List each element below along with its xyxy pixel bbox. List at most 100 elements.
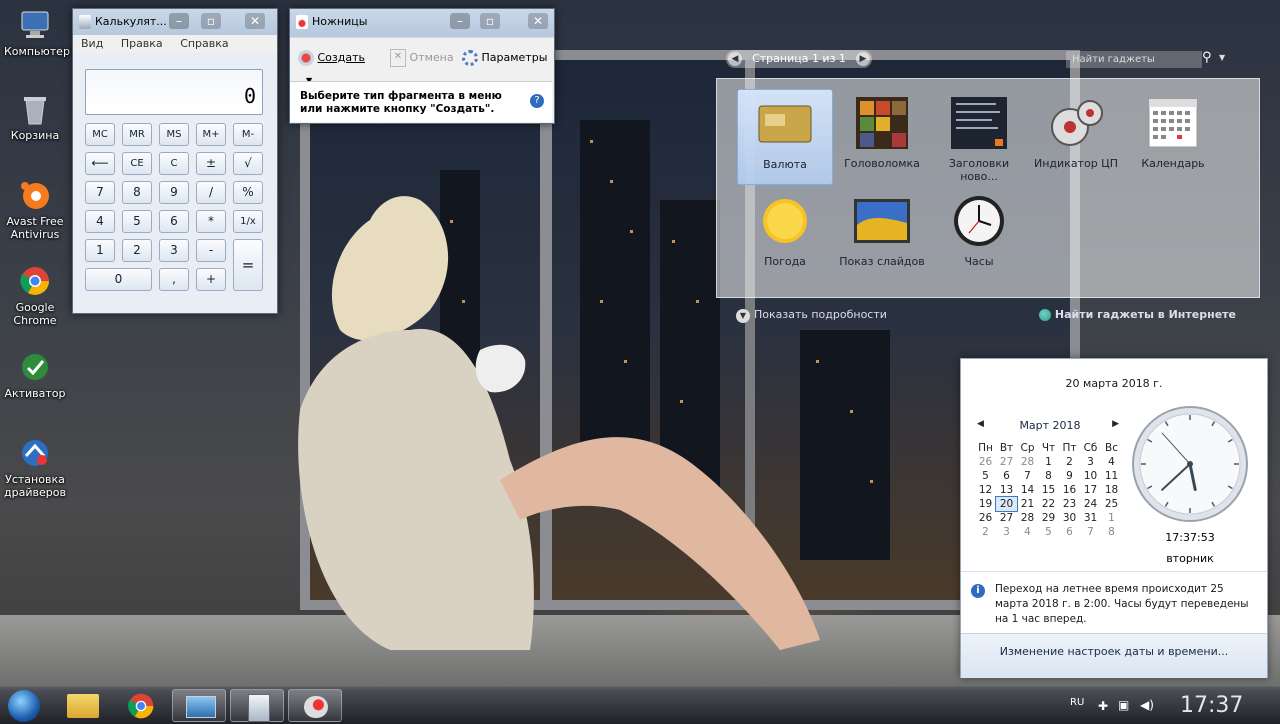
menu-help[interactable]: Справка xyxy=(180,37,228,50)
close-icon[interactable]: ✕ xyxy=(528,13,548,29)
calendar-day[interactable]: 8 xyxy=(1101,525,1122,539)
taskbar-explorer[interactable] xyxy=(56,689,110,722)
taskbar-calculator[interactable] xyxy=(230,689,284,722)
calendar-day[interactable]: 1 xyxy=(1038,455,1059,469)
key-c[interactable]: C xyxy=(159,152,189,175)
calendar-day[interactable]: 1 xyxy=(1101,511,1122,525)
key-percent[interactable]: % xyxy=(233,181,263,204)
calendar-day[interactable]: 2 xyxy=(1059,455,1080,469)
desktop-icon-avast[interactable]: Avast Free Antivirus xyxy=(4,178,66,241)
menu-view[interactable]: Вид xyxy=(81,37,103,50)
network-icon[interactable]: ▣ xyxy=(1118,698,1129,712)
key-reciprocal[interactable]: 1/x xyxy=(233,210,263,233)
calendar-day[interactable]: 8 xyxy=(1038,469,1059,483)
calendar-day[interactable]: 31 xyxy=(1080,511,1101,525)
action-center-icon[interactable]: ✚ xyxy=(1098,699,1108,713)
calendar-day[interactable]: 9 xyxy=(1059,469,1080,483)
desktop-icon-computer[interactable]: Компьютер xyxy=(4,8,70,58)
calendar-day[interactable]: 3 xyxy=(1080,455,1101,469)
calendar-day[interactable]: 10 xyxy=(1080,469,1101,483)
key-divide[interactable]: / xyxy=(196,181,226,204)
minimize-icon[interactable]: – xyxy=(169,13,189,29)
previous-month-icon[interactable]: ◀ xyxy=(977,419,984,429)
gadget-news-headlines[interactable]: Заголовки ново... xyxy=(931,89,1027,185)
calendar-day[interactable]: 7 xyxy=(1017,469,1038,483)
key-1[interactable]: 1 xyxy=(85,239,115,262)
key-backspace[interactable]: ⟵ xyxy=(85,152,115,175)
calendar-day[interactable]: 29 xyxy=(1038,511,1059,525)
calendar-day[interactable]: 18 xyxy=(1101,483,1122,497)
calendar-day[interactable]: 14 xyxy=(1017,483,1038,497)
maximize-icon[interactable]: ▫ xyxy=(480,13,500,29)
gadget-currency[interactable]: Валюта xyxy=(737,89,833,185)
close-icon[interactable]: ✕ xyxy=(245,13,265,29)
gadget-slideshow[interactable]: Показ слайдов xyxy=(834,187,930,283)
gadget-search-input[interactable]: Найти гаджеты xyxy=(1066,51,1202,68)
new-snip-button[interactable]: Создать ▼ xyxy=(298,47,380,85)
taskbar-chrome[interactable] xyxy=(114,689,168,722)
snipping-tool-window[interactable]: Ножницы – ▫ ✕ Создать ▼ ✕ Отмена Парамет… xyxy=(289,8,555,124)
taskbar-clock[interactable]: 17:37 xyxy=(1180,693,1243,718)
search-icon[interactable]: ⚲ xyxy=(1202,50,1212,65)
start-button[interactable] xyxy=(0,689,50,722)
volume-icon[interactable]: ◀) xyxy=(1140,698,1154,712)
calendar-day[interactable]: 5 xyxy=(975,469,996,483)
key-mr[interactable]: MR xyxy=(122,123,152,146)
calendar-day[interactable]: 2 xyxy=(975,525,996,539)
key-ce[interactable]: CE xyxy=(122,152,152,175)
chevron-down-icon[interactable]: ▼ xyxy=(1219,53,1225,62)
calendar-day[interactable]: 5 xyxy=(1038,525,1059,539)
key-subtract[interactable]: - xyxy=(196,239,226,262)
key-6[interactable]: 6 xyxy=(159,210,189,233)
key-9[interactable]: 9 xyxy=(159,181,189,204)
next-page-icon[interactable]: ▶ xyxy=(856,52,870,66)
gadget-cpu-meter[interactable]: Индикатор ЦП xyxy=(1028,89,1124,185)
calendar-day[interactable]: 30 xyxy=(1059,511,1080,525)
calculator-titlebar[interactable]: Калькулят... – ▫ ✕ xyxy=(73,9,277,35)
key-0[interactable]: 0 xyxy=(85,268,152,291)
minimize-icon[interactable]: – xyxy=(450,13,470,29)
snipping-titlebar[interactable]: Ножницы – ▫ ✕ xyxy=(290,9,554,35)
calendar-day[interactable]: 25 xyxy=(1101,497,1122,511)
calculator-window[interactable]: Калькулят... – ▫ ✕ Вид Правка Справка 0 … xyxy=(72,8,278,314)
key-8[interactable]: 8 xyxy=(122,181,152,204)
gadget-puzzle[interactable]: Головоломка xyxy=(834,89,930,185)
calendar-day[interactable]: 6 xyxy=(1059,525,1080,539)
calendar-month-label[interactable]: Март 2018 xyxy=(1019,419,1080,432)
options-button[interactable]: Параметры xyxy=(462,47,552,69)
help-icon[interactable]: ? xyxy=(530,94,544,108)
calendar-day[interactable]: 28 xyxy=(1017,455,1038,469)
calendar-day[interactable]: 27 xyxy=(996,511,1017,525)
key-add[interactable]: + xyxy=(196,268,226,291)
maximize-icon[interactable]: ▫ xyxy=(201,13,221,29)
key-decimal[interactable]: , xyxy=(159,268,189,291)
calendar-day[interactable]: 19 xyxy=(975,497,996,511)
key-equals[interactable]: = xyxy=(233,239,263,291)
calendar-day[interactable]: 22 xyxy=(1038,497,1059,511)
key-m-minus[interactable]: M- xyxy=(233,123,263,146)
calendar-day[interactable]: 27 xyxy=(996,455,1017,469)
cancel-snip-button[interactable]: ✕ Отмена xyxy=(390,47,454,69)
calendar-day[interactable]: 4 xyxy=(1017,525,1038,539)
key-3[interactable]: 3 xyxy=(159,239,189,262)
gadget-clock[interactable]: Часы xyxy=(931,187,1027,283)
key-5[interactable]: 5 xyxy=(122,210,152,233)
calendar-day[interactable]: 6 xyxy=(996,469,1017,483)
taskbar-snipping-tool[interactable] xyxy=(288,689,342,722)
change-date-time-settings-link[interactable]: Изменение настроек даты и времени... xyxy=(961,633,1267,678)
gadget-calendar[interactable]: Календарь xyxy=(1125,89,1221,185)
key-ms[interactable]: MS xyxy=(159,123,189,146)
calendar-day[interactable]: 12 xyxy=(975,483,996,497)
calendar-day[interactable]: 3 xyxy=(996,525,1017,539)
calendar-day[interactable]: 24 xyxy=(1080,497,1101,511)
key-7[interactable]: 7 xyxy=(85,181,115,204)
key-m-plus[interactable]: M+ xyxy=(196,123,226,146)
calendar-day[interactable]: 23 xyxy=(1059,497,1080,511)
calendar-day[interactable]: 26 xyxy=(975,455,996,469)
show-details-button[interactable]: ▼ Показать подробности xyxy=(736,308,887,323)
calendar-day[interactable]: 28 xyxy=(1017,511,1038,525)
desktop-icon-chrome[interactable]: Google Chrome xyxy=(4,264,66,327)
calendar-day[interactable]: 4 xyxy=(1101,455,1122,469)
calendar-day[interactable]: 11 xyxy=(1101,469,1122,483)
calendar-day[interactable]: 7 xyxy=(1080,525,1101,539)
